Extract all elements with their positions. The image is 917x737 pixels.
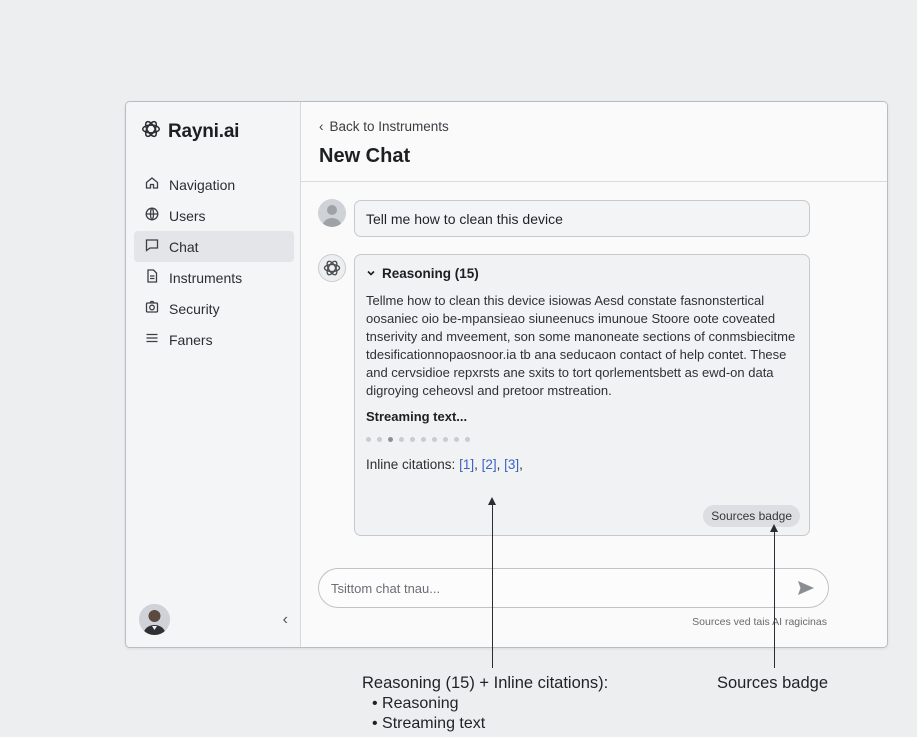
globe-icon — [144, 206, 160, 225]
back-link-label: Back to Instruments — [329, 119, 449, 134]
citations-label: Inline citations: — [366, 457, 456, 472]
sidebar-item-chat[interactable]: Chat — [134, 231, 294, 262]
sidebar-nav: Navigation Users Chat Instruments Securi… — [134, 169, 294, 355]
sources-badge[interactable]: Sources badge — [703, 505, 800, 527]
callout-line — [491, 504, 493, 668]
sidebar-item-navigation[interactable]: Navigation — [134, 169, 294, 200]
send-icon[interactable] — [796, 578, 816, 598]
camera-icon — [144, 299, 160, 318]
assistant-message: Reasoning (15) Tellme how to clean this … — [354, 254, 810, 536]
streaming-progress — [366, 437, 798, 442]
citation-link[interactable]: [1] — [459, 457, 474, 472]
citation-link[interactable]: [3] — [504, 457, 519, 472]
menu-icon — [144, 330, 160, 349]
reasoning-toggle[interactable]: Reasoning (15) — [366, 266, 798, 281]
openai-logo-icon — [140, 118, 162, 145]
user-message: Tell me how to clean this device — [354, 200, 810, 237]
progress-dot — [410, 437, 415, 442]
callout-line — [773, 531, 775, 668]
progress-dot — [432, 437, 437, 442]
inline-citations: Inline citations: [1], [2], [3], — [366, 457, 523, 472]
document-icon — [144, 268, 160, 287]
brand-name: Rayni.ai — [168, 120, 240, 142]
progress-dot — [388, 437, 393, 442]
collapse-sidebar-button[interactable]: ‹ — [283, 611, 288, 629]
callout-list-item: • Reasoning — [372, 695, 459, 712]
page-header: ‹ Back to Instruments New Chat — [301, 102, 887, 182]
progress-dot — [366, 437, 371, 442]
callout-right-title: Sources badge — [717, 674, 828, 692]
callout-left-list: • Reasoning • Streaming text — [372, 694, 485, 734]
chevron-left-icon: ‹ — [319, 119, 324, 134]
reasoning-text: Tellme how to clean this device isiowas … — [366, 293, 796, 398]
chevron-down-icon — [366, 266, 376, 281]
chat-icon — [144, 237, 160, 256]
sidebar-item-label: Users — [169, 207, 206, 224]
sidebar-item-security[interactable]: Security — [134, 293, 294, 324]
page-title: New Chat — [319, 145, 411, 167]
streaming-label: Streaming text... — [366, 409, 468, 424]
sidebar-item-users[interactable]: Users — [134, 200, 294, 231]
sidebar-item-label: Navigation — [169, 176, 236, 193]
brand[interactable]: Rayni.ai — [140, 118, 239, 145]
home-icon — [144, 175, 160, 194]
assistant-avatar-icon — [318, 254, 346, 282]
user-avatar-icon — [318, 199, 346, 227]
sidebar-item-label: Security — [169, 300, 220, 317]
chat-composer — [318, 568, 829, 608]
chat-input[interactable] — [331, 580, 796, 596]
sidebar-item-faners[interactable]: Faners — [134, 324, 294, 355]
callout-list-item: • Streaming text — [372, 715, 486, 732]
back-link[interactable]: ‹ Back to Instruments — [319, 119, 449, 134]
avatar[interactable] — [139, 604, 170, 635]
sidebar-item-label: Chat — [169, 238, 199, 255]
progress-dot — [399, 437, 404, 442]
composer-footnote: Sources ved tais AI ragicinas — [692, 616, 827, 628]
reasoning-label: Reasoning (15) — [382, 266, 479, 281]
citation-link[interactable]: [2] — [482, 457, 497, 472]
sidebar-item-label: Faners — [169, 331, 213, 348]
progress-dot — [421, 437, 426, 442]
callout-left-title: Reasoning (15) + Inline citations): — [362, 674, 609, 692]
progress-dot — [377, 437, 382, 442]
sidebar: Rayni.ai Navigation Users Chat Instrumen… — [126, 102, 301, 647]
progress-dot — [443, 437, 448, 442]
progress-dot — [454, 437, 459, 442]
sidebar-item-instruments[interactable]: Instruments — [134, 262, 294, 293]
main-panel: ‹ Back to Instruments New Chat Tell me h… — [301, 102, 887, 647]
progress-dot — [465, 437, 470, 442]
sidebar-item-label: Instruments — [169, 269, 243, 286]
